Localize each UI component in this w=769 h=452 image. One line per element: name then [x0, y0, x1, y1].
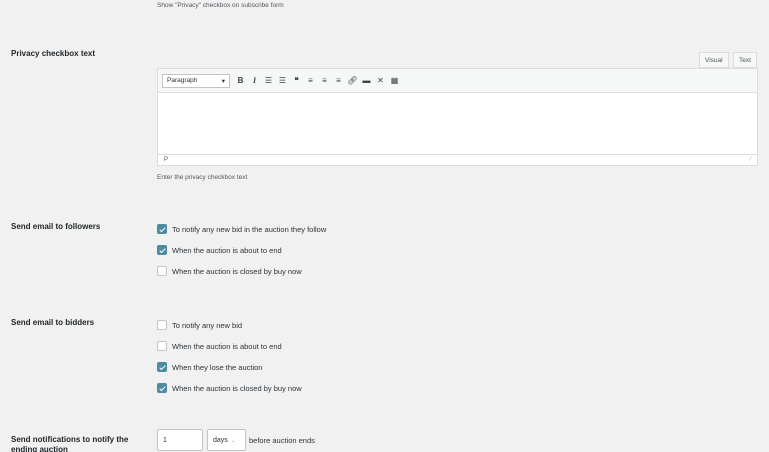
format-select[interactable]: Paragraph ▾	[162, 73, 230, 88]
toolbar-toggle-icon[interactable]: ▦	[388, 74, 401, 88]
checkbox[interactable]	[157, 362, 167, 372]
bidders-label: Send email to bidders	[11, 318, 95, 327]
italic-icon[interactable]: I	[248, 74, 261, 88]
format-select-value: Paragraph	[167, 77, 198, 84]
option-label: When they lose the auction	[172, 362, 263, 372]
checkbox[interactable]	[157, 383, 167, 393]
unit-select-value: days	[213, 436, 228, 444]
bidders-option-closed-buy-now[interactable]: When the auction is closed by buy now	[157, 383, 302, 393]
checkbox[interactable]	[157, 224, 167, 234]
option-label: When the auction is about to end	[172, 341, 282, 351]
option-label: When the auction is closed by buy now	[172, 383, 302, 393]
followers-label: Send email to followers	[11, 222, 101, 231]
chevron-down-icon: ⌄	[230, 437, 236, 444]
privacy-text-label: Privacy checkbox text	[11, 49, 96, 58]
option-label: When the auction is about to end	[172, 245, 282, 255]
editor-status-bar: P ⁄	[158, 154, 757, 165]
tab-text[interactable]: Text	[733, 52, 757, 68]
chevron-down-icon: ▾	[221, 77, 225, 85]
checkbox[interactable]	[157, 341, 167, 351]
resize-handle-icon[interactable]: ⁄	[750, 157, 751, 163]
option-label: To notify any new bid	[172, 320, 243, 330]
align-left-icon[interactable]: ≡	[304, 74, 317, 88]
checkbox[interactable]	[157, 320, 167, 330]
tab-visual[interactable]: Visual	[699, 52, 729, 68]
bidders-option-lose-auction[interactable]: When they lose the auction	[157, 362, 262, 372]
followers-option-closed-buy-now[interactable]: When the auction is closed by buy now	[157, 266, 302, 276]
editor-toolbar: Paragraph ▾ B I ☰ ☰ ❝ ≡ ≡ ≡ 🔗︎ ▬ ✕ ▦	[158, 69, 757, 93]
align-center-icon[interactable]: ≡	[318, 74, 331, 88]
bullet-list-icon[interactable]: ☰	[262, 74, 275, 88]
blockquote-icon[interactable]: ❝	[290, 74, 303, 88]
editor-path: P	[164, 157, 169, 163]
privacy-text-description: Enter the privacy checkbox text	[157, 174, 248, 181]
align-right-icon[interactable]: ≡	[332, 74, 345, 88]
link-icon[interactable]: 🔗︎	[346, 74, 359, 88]
checkbox[interactable]	[157, 266, 167, 276]
editor-content-area[interactable]	[158, 93, 757, 154]
bold-icon[interactable]: B	[234, 74, 247, 88]
read-more-icon[interactable]: ▬	[360, 74, 373, 88]
bidders-option-about-to-end[interactable]: When the auction is about to end	[157, 341, 282, 351]
numbered-list-icon[interactable]: ☰	[276, 74, 289, 88]
followers-option-about-to-end[interactable]: When the auction is about to end	[157, 245, 282, 255]
privacy-show-description: Show "Privacy" checkbox on subscribe for…	[157, 2, 284, 9]
notify-ending-label: Send notifications to notify the ending …	[11, 435, 129, 452]
notify-ending-unit-select[interactable]: days ⌄	[207, 429, 246, 451]
privacy-text-editor: Paragraph ▾ B I ☰ ☰ ❝ ≡ ≡ ≡ 🔗︎ ▬ ✕ ▦ P ⁄	[157, 68, 758, 166]
followers-option-new-bid[interactable]: To notify any new bid in the auction the…	[157, 224, 326, 234]
fullscreen-icon[interactable]: ✕	[374, 74, 387, 88]
option-label: To notify any new bid in the auction the…	[172, 224, 327, 234]
checkbox[interactable]	[157, 245, 167, 255]
notify-ending-suffix: before auction ends	[249, 436, 315, 445]
notify-ending-value-input[interactable]: 1	[157, 429, 203, 451]
option-label: When the auction is closed by buy now	[172, 266, 302, 276]
bidders-option-new-bid[interactable]: To notify any new bid	[157, 320, 242, 330]
